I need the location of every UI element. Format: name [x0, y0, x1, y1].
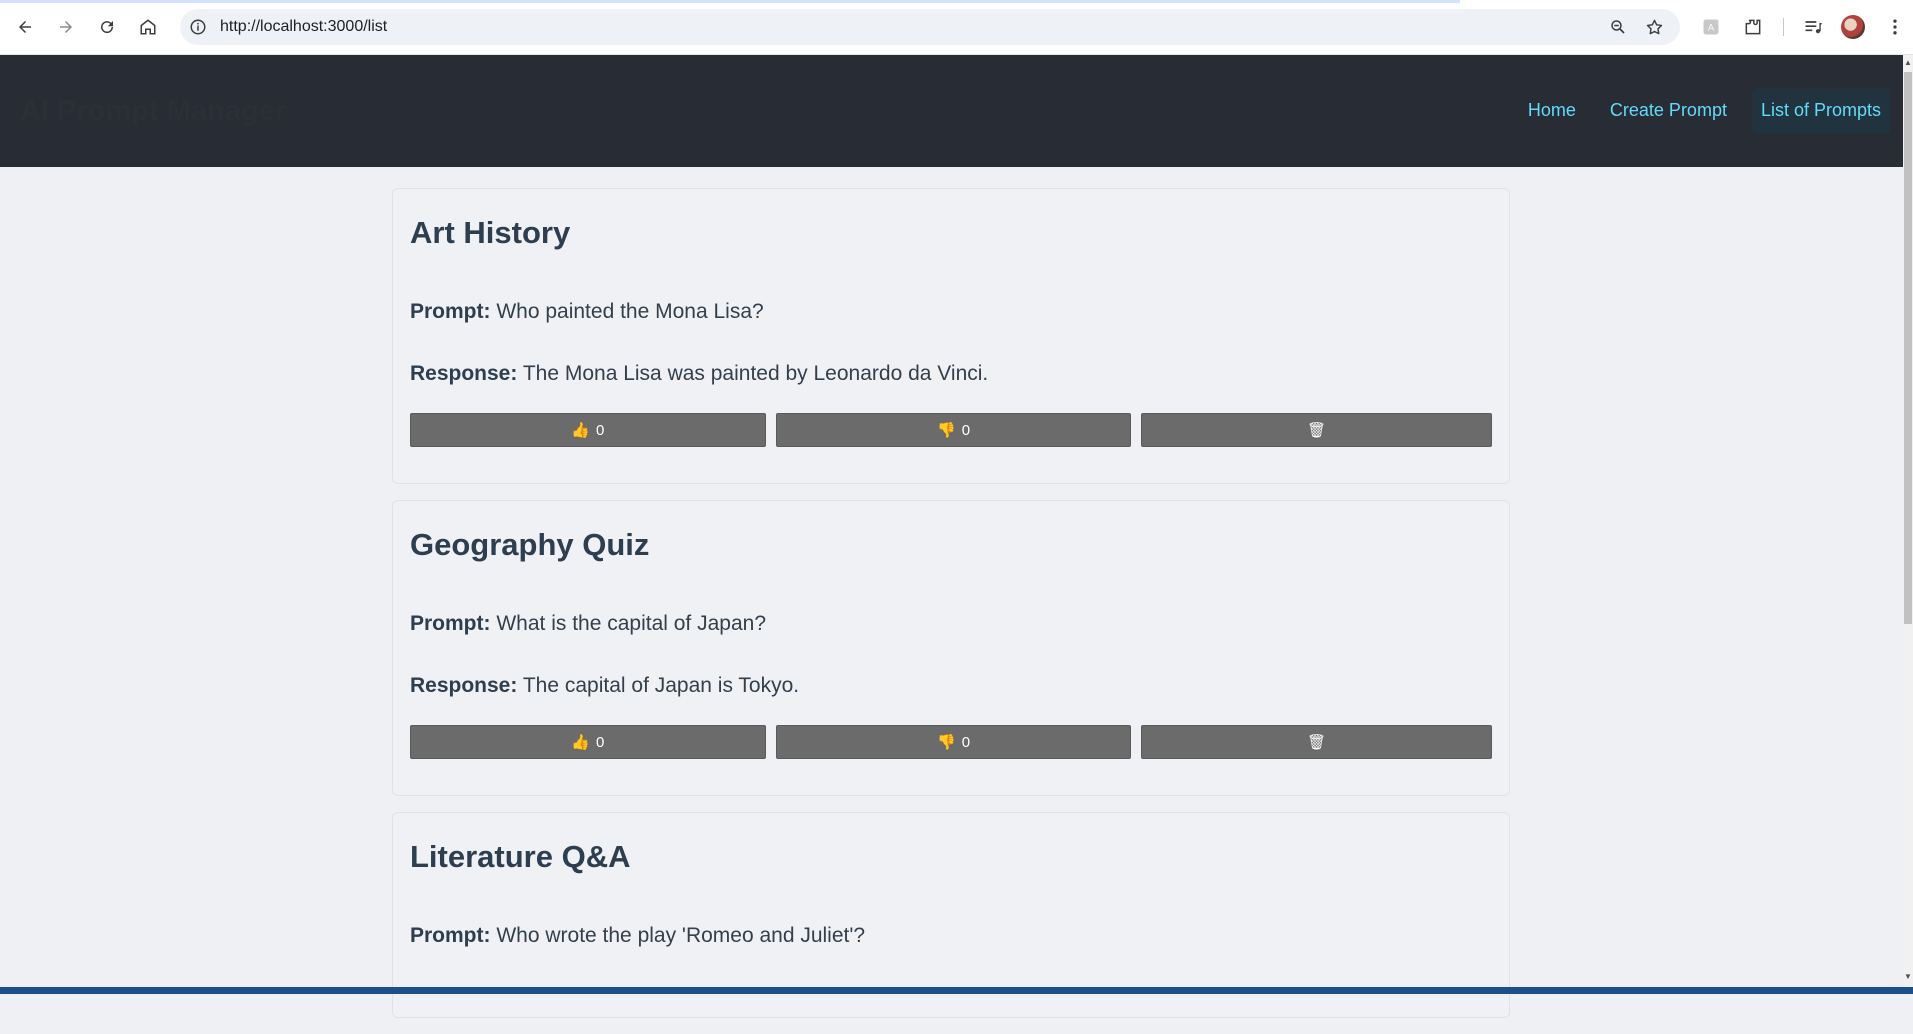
thumbs-down-icon: 👎: [937, 733, 956, 751]
prompt-label: Prompt:: [410, 924, 491, 947]
prompt-text: What is the capital of Japan?: [496, 612, 767, 635]
app-header: AI Prompt Manager Home Create Prompt Lis…: [0, 55, 1903, 167]
browser-menu-icon[interactable]: [1882, 14, 1908, 40]
scroll-up-arrow-icon[interactable]: ▲: [1904, 58, 1912, 68]
profile-avatar[interactable]: [1841, 15, 1865, 39]
card-title: Art History: [410, 215, 571, 250]
reload-icon: [101, 21, 114, 34]
prompt-label: Prompt:: [410, 300, 491, 323]
home-icon: [140, 19, 156, 35]
prompt-card: Geography Quiz Prompt: What is the capit…: [392, 500, 1510, 796]
prompt-card: Art History Prompt: Who painted the Mona…: [392, 188, 1510, 484]
nav-link-home[interactable]: Home: [1519, 88, 1585, 133]
svg-text:A: A: [1708, 22, 1715, 33]
response-label: Response:: [410, 362, 518, 385]
extensions-puzzle-icon[interactable]: [1740, 14, 1766, 40]
dislike-count: 0: [961, 733, 971, 751]
toolbar-divider: [1783, 18, 1784, 36]
forward-button[interactable]: [52, 13, 80, 41]
like-count: 0: [596, 421, 605, 439]
like-button[interactable]: 👍 0: [410, 413, 766, 447]
card-title: Geography Quiz: [410, 527, 650, 562]
delete-button[interactable]: 🗑: [1141, 725, 1492, 759]
page-scrollbar-thumb[interactable]: [1904, 72, 1912, 624]
bookmark-star-icon[interactable]: [1643, 16, 1665, 38]
home-button[interactable]: [134, 13, 162, 41]
card-prompt: Prompt: Who wrote the play 'Romeo and Ju…: [410, 919, 1492, 952]
nav-link-create-prompt[interactable]: Create Prompt: [1601, 88, 1736, 133]
card-prompt: Prompt: What is the capital of Japan?: [410, 607, 1492, 640]
address-bar[interactable]: http://localhost:3000/list: [180, 9, 1680, 45]
app-brand-title: AI Prompt Manager: [20, 95, 286, 127]
dislike-button[interactable]: 👎 0: [775, 725, 1132, 759]
trash-icon: 🗑: [1307, 421, 1327, 439]
prompt-text: Who wrote the play 'Romeo and Juliet'?: [496, 924, 866, 947]
media-controls-icon[interactable]: [1800, 14, 1826, 40]
response-text: The Mona Lisa was painted by Leonardo da…: [522, 362, 989, 385]
delete-button[interactable]: 🗑: [1141, 413, 1492, 447]
response-text: The capital of Japan is Tokyo.: [522, 674, 800, 697]
zoom-icon[interactable]: [1607, 16, 1629, 38]
card-response: Response: The capital of Japan is Tokyo.: [410, 669, 1492, 702]
thumbs-up-icon: 👍: [571, 733, 591, 751]
reload-button[interactable]: [93, 13, 121, 41]
response-label: Response:: [410, 674, 518, 697]
back-button[interactable]: [11, 13, 39, 41]
translate-extension-icon[interactable]: A: [1698, 14, 1724, 40]
like-button[interactable]: 👍 0: [410, 725, 766, 759]
trash-icon: 🗑: [1307, 733, 1327, 751]
card-actions: 👍 0 👎 0 🗑: [410, 725, 1492, 759]
card-title: Literature Q&A: [410, 839, 631, 874]
like-count: 0: [596, 733, 605, 751]
arrow-right-icon: [60, 21, 72, 33]
thumbs-up-icon: 👍: [571, 421, 591, 439]
taskbar-edge: [0, 987, 1913, 994]
prompt-label: Prompt:: [410, 612, 491, 635]
card-response: Response: The Mona Lisa was painted by L…: [410, 357, 1492, 390]
scroll-down-arrow-icon[interactable]: ▼: [1904, 972, 1912, 982]
card-prompt: Prompt: Who painted the Mona Lisa?: [410, 295, 1492, 328]
url-text[interactable]: http://localhost:3000/list: [220, 18, 387, 36]
nav-link-list-of-prompts[interactable]: List of Prompts: [1751, 88, 1890, 133]
thumbs-down-icon: 👎: [937, 421, 956, 439]
top-navigation: Home Create Prompt List of Prompts: [1503, 88, 1890, 133]
dislike-button[interactable]: 👎 0: [775, 413, 1132, 447]
page-load-bar: [0, 0, 1460, 3]
arrow-left-icon: [19, 21, 31, 33]
card-actions: 👍 0 👎 0 🗑: [410, 413, 1492, 447]
site-info-icon[interactable]: [188, 17, 208, 37]
dislike-count: 0: [961, 421, 971, 439]
prompt-list: Art History Prompt: Who painted the Mona…: [392, 188, 1510, 1034]
browser-toolbar: http://localhost:3000/list A: [0, 0, 1913, 55]
prompt-text: Who painted the Mona Lisa?: [496, 300, 764, 323]
